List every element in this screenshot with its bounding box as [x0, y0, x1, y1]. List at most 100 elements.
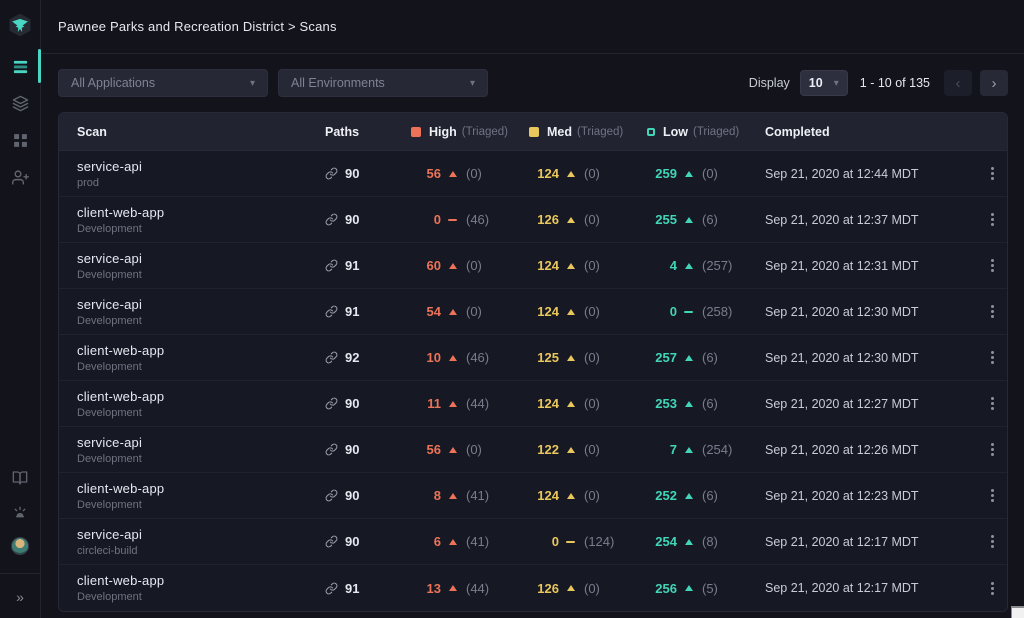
paths-cell: 90: [325, 488, 411, 503]
trend-up-icon: [449, 263, 457, 269]
table-row[interactable]: client-web-app Development 90 11 (44) 12…: [59, 381, 1007, 427]
sidebar: »: [0, 0, 41, 618]
completed-timestamp: Sep 21, 2020 at 12:44 MDT: [765, 167, 975, 181]
row-menu-kebab-icon[interactable]: [975, 531, 1008, 552]
sidebar-item-docs[interactable]: [0, 467, 40, 489]
row-menu-kebab-icon[interactable]: [975, 255, 1008, 276]
low-findings-cell: 254 (8): [647, 534, 765, 549]
scan-cell: client-web-app Development: [77, 573, 325, 603]
trend-up-icon: [567, 493, 575, 499]
scan-name: client-web-app: [77, 389, 325, 404]
med-findings-cell: 124 (0): [529, 258, 647, 273]
table-row[interactable]: service-api prod 90 56 (0) 124 (0) 259 (…: [59, 151, 1007, 197]
completed-timestamp: Sep 21, 2020 at 12:26 MDT: [765, 443, 975, 457]
table-row[interactable]: client-web-app Development 90 0 (46) 126…: [59, 197, 1007, 243]
trend-up-icon: [685, 585, 693, 591]
paths-cell: 91: [325, 581, 411, 596]
row-menu-kebab-icon[interactable]: [975, 578, 1008, 599]
row-menu-kebab-icon[interactable]: [975, 393, 1008, 414]
med-triaged-count: (0): [584, 304, 600, 319]
paths-cell: 90: [325, 396, 411, 411]
table-row[interactable]: service-api Development 91 60 (0) 124 (0…: [59, 243, 1007, 289]
table-row[interactable]: service-api Development 90 56 (0) 122 (0…: [59, 427, 1007, 473]
applications-filter-dropdown[interactable]: All Applications ▾: [58, 69, 268, 97]
scan-environment: Development: [77, 453, 325, 465]
trend-up-icon: [449, 493, 457, 499]
column-header-scan: Scan: [77, 125, 325, 139]
low-triaged-count: (6): [702, 396, 718, 411]
completed-timestamp: Sep 21, 2020 at 12:30 MDT: [765, 351, 975, 365]
column-header-completed: Completed: [765, 125, 975, 139]
low-count: 257: [647, 350, 677, 365]
row-menu-kebab-icon[interactable]: [975, 301, 1008, 322]
sidebar-divider: [0, 573, 41, 574]
add-user-icon: [12, 169, 29, 186]
next-page-button[interactable]: ›: [980, 70, 1008, 96]
high-findings-cell: 56 (0): [411, 166, 529, 181]
controls-bar: All Applications ▾ All Environments ▾ Di…: [41, 54, 1024, 112]
table-header-row: Scan Paths High (Triaged) Med (Triaged) …: [59, 113, 1007, 151]
high-triaged-count: (46): [466, 350, 489, 365]
high-count: 56: [411, 166, 441, 181]
page-size-value: 10: [809, 76, 823, 90]
med-triaged-count: (0): [584, 350, 600, 365]
sidebar-item-apps-grid[interactable]: [0, 129, 40, 151]
environments-filter-dropdown[interactable]: All Environments ▾: [278, 69, 488, 97]
table-row[interactable]: client-web-app Development 92 10 (46) 12…: [59, 335, 1007, 381]
chevron-down-icon: ▾: [470, 78, 475, 89]
row-menu-kebab-icon[interactable]: [975, 347, 1008, 368]
row-menu-kebab-icon[interactable]: [975, 485, 1008, 506]
table-row[interactable]: client-web-app Development 91 13 (44) 12…: [59, 565, 1007, 611]
trend-up-icon: [567, 401, 575, 407]
link-icon: [325, 535, 338, 548]
scan-environment: circleci-build: [77, 545, 325, 557]
med-findings-cell: 125 (0): [529, 350, 647, 365]
paths-count: 90: [345, 442, 359, 457]
sidebar-item-applications[interactable]: [0, 92, 40, 114]
sidebar-item-profile[interactable]: [0, 535, 40, 557]
high-findings-cell: 54 (0): [411, 304, 529, 319]
trend-flat-icon: [448, 219, 457, 221]
stackhawk-logo-icon[interactable]: [6, 11, 34, 39]
low-triaged-count: (254): [702, 442, 732, 457]
table-row[interactable]: client-web-app Development 90 8 (41) 124…: [59, 473, 1007, 519]
low-findings-cell: 255 (6): [647, 212, 765, 227]
table-row[interactable]: service-api Development 91 54 (0) 124 (0…: [59, 289, 1007, 335]
table-row[interactable]: service-api circleci-build 90 6 (41) 0 (…: [59, 519, 1007, 565]
link-icon: [325, 443, 338, 456]
scan-name: service-api: [77, 435, 325, 450]
med-triaged-count: (0): [584, 581, 600, 596]
low-findings-cell: 259 (0): [647, 166, 765, 181]
med-triaged-count: (0): [584, 396, 600, 411]
low-count: 0: [647, 304, 677, 319]
scan-name: client-web-app: [77, 205, 325, 220]
layers-icon: [12, 95, 29, 112]
row-menu-kebab-icon[interactable]: [975, 209, 1008, 230]
med-count: 122: [529, 442, 559, 457]
paths-count: 91: [345, 258, 359, 273]
high-triaged-count: (0): [466, 304, 482, 319]
display-label: Display: [749, 76, 790, 90]
prev-page-button[interactable]: ‹: [944, 70, 972, 96]
low-findings-cell: 256 (5): [647, 581, 765, 596]
environments-filter-label: All Environments: [291, 76, 385, 90]
sidebar-item-scans[interactable]: [0, 55, 40, 77]
paths-cell: 90: [325, 166, 411, 181]
scan-cell: client-web-app Development: [77, 343, 325, 373]
user-avatar: [11, 537, 29, 555]
med-triaged-count: (0): [584, 442, 600, 457]
trend-up-icon: [685, 447, 693, 453]
paths-count: 90: [345, 488, 359, 503]
sidebar-item-team[interactable]: [0, 166, 40, 188]
row-menu-kebab-icon[interactable]: [975, 163, 1008, 184]
low-findings-cell: 252 (6): [647, 488, 765, 503]
scan-cell: client-web-app Development: [77, 389, 325, 419]
row-menu-kebab-icon[interactable]: [975, 439, 1008, 460]
sidebar-item-alerts[interactable]: [0, 501, 40, 523]
scan-cell: service-api prod: [77, 159, 325, 189]
trend-up-icon: [449, 447, 457, 453]
high-findings-cell: 56 (0): [411, 442, 529, 457]
expand-sidebar-button[interactable]: »: [0, 586, 40, 608]
high-findings-cell: 0 (46): [411, 212, 529, 227]
page-size-select[interactable]: 10 ▾: [800, 70, 848, 96]
